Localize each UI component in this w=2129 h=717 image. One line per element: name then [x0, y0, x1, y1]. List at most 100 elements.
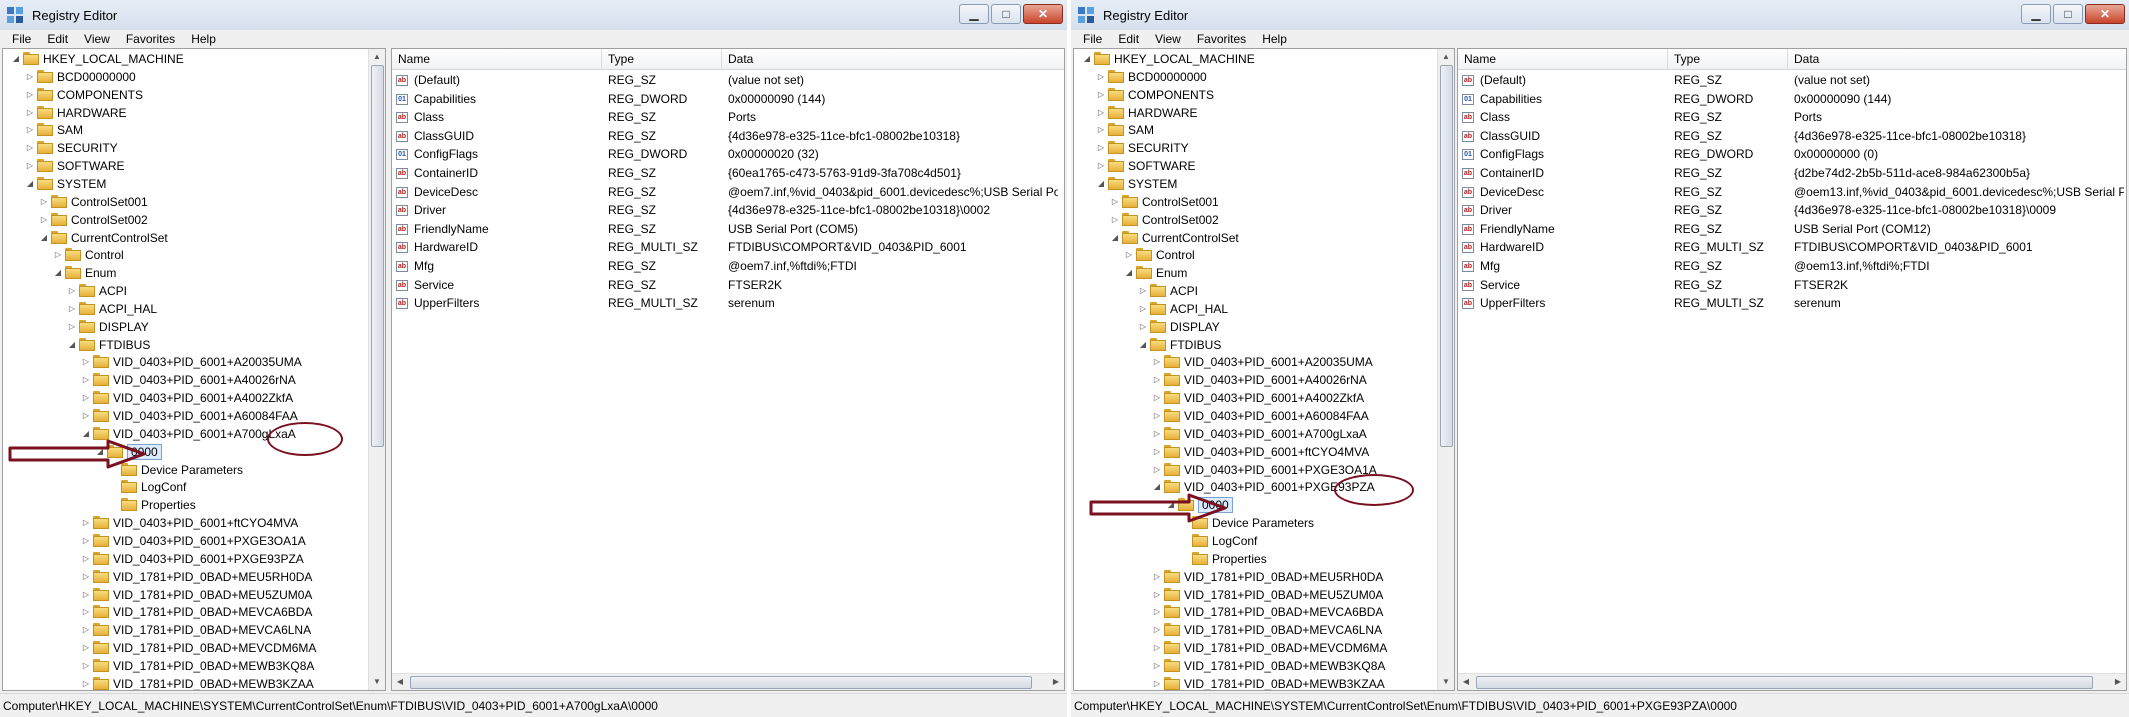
tree-node-label[interactable]: SYSTEM	[1128, 175, 1177, 193]
tree-node[interactable]: ◢ HKEY_LOCAL_MACHINE	[3, 50, 369, 68]
expand-arrow-icon[interactable]: ▷	[67, 300, 77, 318]
tree-node[interactable]: ▷ VID_0403+PID_6001+A700gLxaA	[1074, 425, 1438, 443]
value-row[interactable]: ab FriendlyName REG_SZ USB Serial Port (COM…	[1458, 220, 2126, 239]
tree-node-label[interactable]: VID_1781+PID_0BAD+MEVCA6LNA	[113, 621, 311, 639]
tree-node[interactable]: ▷ VID_1781+PID_0BAD+MEU5RH0DA	[3, 568, 369, 586]
registry-key-tree[interactable]: ◢ HKEY_LOCAL_MACHINE ▷ BCD00000000 ▷ COMPONEN…	[2, 48, 386, 691]
tree-node-label[interactable]: VID_1781+PID_0BAD+MEVCA6LNA	[1184, 621, 1382, 639]
scroll-down-arrow-icon[interactable]: ▼	[1438, 674, 1454, 690]
expand-arrow-icon[interactable]: ▷	[25, 86, 35, 104]
tree-node[interactable]: ▷ VID_1781+PID_0BAD+MEVCA6LNA	[3, 621, 369, 639]
expand-arrow-icon[interactable]: ▷	[81, 586, 91, 604]
expand-arrow-icon[interactable]: ▷	[25, 104, 35, 122]
tree-node-label[interactable]: VID_0403+PID_6001+ftCYO4MVA	[1184, 443, 1369, 461]
expand-arrow-icon[interactable]: ▷	[1096, 121, 1106, 139]
registry-values-list[interactable]: Name Type Data ab (Default) REG_SZ (value n…	[391, 48, 1065, 691]
tree-scroll-thumb[interactable]	[1440, 65, 1453, 447]
tree-node[interactable]: ▷ SOFTWARE	[1074, 157, 1438, 175]
value-row[interactable]: ab (Default) REG_SZ (value not set)	[1458, 71, 2126, 90]
scroll-left-arrow-icon[interactable]: ◀	[1458, 674, 1474, 690]
scroll-right-arrow-icon[interactable]: ▶	[1048, 674, 1064, 690]
tree-node-label[interactable]: HKEY_LOCAL_MACHINE	[43, 50, 184, 68]
tree-node-label[interactable]: VID_1781+PID_0BAD+MEWB3KZAA	[1184, 675, 1385, 690]
expand-arrow-icon[interactable]: ▷	[1152, 389, 1162, 407]
scroll-up-arrow-icon[interactable]: ▲	[1438, 49, 1454, 65]
tree-node-label[interactable]: VID_1781+PID_0BAD+MEWB3KQ8A	[1184, 657, 1385, 675]
column-header-name[interactable]: Name	[392, 49, 602, 69]
value-row[interactable]: ab Driver REG_SZ {4d36e978-e325-11ce-bfc1-0…	[392, 201, 1064, 220]
column-header-data[interactable]: Data	[722, 49, 1064, 69]
scroll-left-arrow-icon[interactable]: ◀	[392, 674, 408, 690]
tree-node-label[interactable]: VID_1781+PID_0BAD+MEWB3KZAA	[113, 675, 314, 690]
collapse-arrow-icon[interactable]: ◢	[1110, 229, 1120, 247]
expand-arrow-icon[interactable]: ▷	[25, 157, 35, 175]
tree-node[interactable]: ◢ FTDIBUS	[1074, 336, 1438, 354]
tree-node-label[interactable]: VID_0403+PID_6001+A700gLxaA	[1184, 425, 1367, 443]
registry-key-tree[interactable]: ◢ HKEY_LOCAL_MACHINE ▷ BCD00000000 ▷ COMPONEN…	[1073, 48, 1455, 691]
minimize-button[interactable]: ▁	[959, 4, 989, 24]
tree-node-label[interactable]: VID_0403+PID_6001+A40026rNA	[1184, 371, 1367, 389]
expand-arrow-icon[interactable]: ▷	[1152, 621, 1162, 639]
tree-node-label[interactable]: VID_1781+PID_0BAD+MEU5ZUM0A	[113, 586, 312, 604]
value-row[interactable]: ab (Default) REG_SZ (value not set)	[392, 71, 1064, 90]
tree-node[interactable]: ▷ VID_0403+PID_6001+A20035UMA	[1074, 353, 1438, 371]
value-row[interactable]: ab Class REG_SZ Ports	[1458, 108, 2126, 127]
tree-node[interactable]: ▷ DISPLAY	[1074, 318, 1438, 336]
expand-arrow-icon[interactable]: ▷	[81, 532, 91, 550]
tree-node-label[interactable]: COMPONENTS	[1128, 86, 1214, 104]
tree-node[interactable]: ▷ VID_1781+PID_0BAD+MEWB3KZAA	[3, 675, 369, 690]
tree-node[interactable]: ▷ SOFTWARE	[3, 157, 369, 175]
value-row[interactable]: ab ContainerID REG_SZ {60ea1765-c473-5763-9…	[392, 164, 1064, 183]
tree-node-label[interactable]: BCD00000000	[1128, 68, 1207, 86]
value-row[interactable]: ab UpperFilters REG_MULTI_SZ serenum	[392, 294, 1064, 313]
tree-node-label[interactable]: HKEY_LOCAL_MACHINE	[1114, 50, 1255, 68]
expand-arrow-icon[interactable]: ▷	[1138, 300, 1148, 318]
tree-node[interactable]: ◢ CurrentControlSet	[3, 229, 369, 247]
tree-node[interactable]: ▷ BCD00000000	[1074, 68, 1438, 86]
tree-node[interactable]: ▷ ACPI	[1074, 282, 1438, 300]
collapse-arrow-icon[interactable]: ◢	[11, 50, 21, 68]
expand-arrow-icon[interactable]: ▷	[39, 193, 49, 211]
tree-node-label[interactable]: SOFTWARE	[57, 157, 125, 175]
tree-node-label[interactable]: ACPI_HAL	[1170, 300, 1228, 318]
tree-node-label[interactable]: HARDWARE	[1128, 104, 1198, 122]
expand-arrow-icon[interactable]: ▷	[1138, 318, 1148, 336]
tree-node[interactable]: ▷ HARDWARE	[3, 104, 369, 122]
expand-arrow-icon[interactable]: ▷	[1124, 246, 1134, 264]
tree-node[interactable]: ◢ Enum	[1074, 264, 1438, 282]
tree-node-label[interactable]: Control	[85, 246, 124, 264]
expand-arrow-icon[interactable]: ▷	[1096, 139, 1106, 157]
tree-node[interactable]: ▷ ControlSet001	[1074, 193, 1438, 211]
tree-node-label[interactable]: SECURITY	[57, 139, 118, 157]
tree-node[interactable]: ▷ HARDWARE	[1074, 104, 1438, 122]
expand-arrow-icon[interactable]: ▷	[1152, 639, 1162, 657]
tree-node[interactable]: ▷ ACPI_HAL	[1074, 300, 1438, 318]
title-bar[interactable]: Registry Editor ▁ □ ✕	[1071, 0, 2129, 31]
expand-arrow-icon[interactable]: ▷	[39, 211, 49, 229]
tree-node[interactable]: ▷ BCD00000000	[3, 68, 369, 86]
expand-arrow-icon[interactable]: ▷	[67, 318, 77, 336]
expand-arrow-icon[interactable]: ▷	[53, 246, 63, 264]
value-row[interactable]: ab Service REG_SZ FTSER2K	[1458, 276, 2126, 295]
tree-node-label[interactable]: ControlSet001	[71, 193, 148, 211]
tree-node-label[interactable]: SOFTWARE	[1128, 157, 1196, 175]
tree-node[interactable]: ◢ Enum	[3, 264, 369, 282]
expand-arrow-icon[interactable]: ▷	[1096, 68, 1106, 86]
tree-node[interactable]: ▷ VID_1781+PID_0BAD+MEVCDM6MA	[1074, 639, 1438, 657]
tree-node-label[interactable]: Properties	[141, 496, 196, 514]
expand-arrow-icon[interactable]: ▷	[81, 568, 91, 586]
tree-node[interactable]: ▷ VID_0403+PID_6001+A40026rNA	[3, 371, 369, 389]
tree-node-label[interactable]: BCD00000000	[57, 68, 136, 86]
tree-node-label[interactable]: DISPLAY	[99, 318, 149, 336]
expand-arrow-icon[interactable]: ▷	[81, 371, 91, 389]
tree-node[interactable]: ▷ Control	[1074, 246, 1438, 264]
tree-node-label[interactable]: VID_1781+PID_0BAD+MEVCA6BDA	[113, 603, 312, 621]
expand-arrow-icon[interactable]: ▷	[67, 282, 77, 300]
collapse-arrow-icon[interactable]: ◢	[1096, 175, 1106, 193]
tree-node-label[interactable]: VID_1781+PID_0BAD+MEVCA6BDA	[1184, 603, 1383, 621]
menu-help[interactable]: Help	[183, 30, 224, 48]
value-row[interactable]: ab Class REG_SZ Ports	[392, 108, 1064, 127]
menu-file[interactable]: File	[1075, 30, 1110, 48]
expand-arrow-icon[interactable]: ▷	[1152, 657, 1162, 675]
tree-node-label[interactable]: VID_0403+PID_6001+A4002ZkfA	[113, 389, 293, 407]
